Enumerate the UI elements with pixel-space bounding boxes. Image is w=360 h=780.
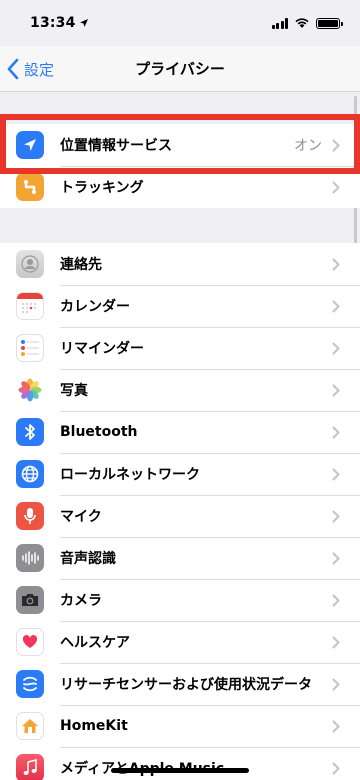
list-item-contacts[interactable]: 連絡先 <box>0 243 360 285</box>
status-time: 13:34 <box>30 15 76 31</box>
list-item-label: 位置情報サービス <box>60 138 172 154</box>
signal-icon <box>271 17 288 29</box>
list-item-label: 音声認識 <box>60 551 116 567</box>
list-item-health[interactable]: ヘルスケア <box>0 621 360 663</box>
calendar-icon <box>16 292 44 320</box>
contacts-icon <box>16 250 44 278</box>
chevron-left-icon <box>7 58 19 80</box>
list-item-label: 連絡先 <box>60 257 102 273</box>
list-item-speech-recognition[interactable]: 音声認識 <box>0 537 360 579</box>
chevron-right-icon <box>332 139 340 151</box>
chevron-right-icon <box>332 181 340 193</box>
back-button[interactable]: 設定 <box>6 46 54 92</box>
list-item-reminders[interactable]: リマインダー <box>0 327 360 369</box>
chevron-right-icon <box>332 762 340 774</box>
chevron-right-icon <box>332 552 340 564</box>
list-item-label: ヘルスケア <box>60 635 130 651</box>
list-item-label: リマインダー <box>60 341 144 357</box>
list-item-research-sensor[interactable]: リサーチセンサーおよび使用状況データ <box>0 663 360 705</box>
list-item-homekit[interactable]: HomeKit <box>0 705 360 747</box>
page-title: プライバシー <box>135 60 225 78</box>
status-bar: 13:34 <box>0 0 360 46</box>
battery-icon <box>316 17 343 29</box>
camera-icon <box>16 586 44 614</box>
list-item-label: トラッキング <box>60 180 144 196</box>
chevron-right-icon <box>332 720 340 732</box>
list-item-label: カレンダー <box>60 299 130 315</box>
music-icon <box>16 754 44 780</box>
chevron-right-icon <box>332 510 340 522</box>
list-item-camera[interactable]: カメラ <box>0 579 360 621</box>
chevron-right-icon <box>332 258 340 270</box>
navigation-bar: 設定 プライバシー <box>0 46 360 92</box>
back-label: 設定 <box>24 60 55 79</box>
status-time-group: 13:34 <box>30 15 89 31</box>
home-indicator[interactable] <box>111 768 249 773</box>
network-icon <box>16 460 44 488</box>
list-item-photos[interactable]: 写真 <box>0 369 360 411</box>
chevron-right-icon <box>332 636 340 648</box>
reminders-icon <box>16 334 44 362</box>
location-arrow-icon <box>16 131 44 159</box>
section-location-tracking: 位置情報サービス オン トラッキング <box>0 124 360 208</box>
list-item-label: カメラ <box>60 593 102 609</box>
list-item-label: 写真 <box>60 383 88 399</box>
list-item-tracking[interactable]: トラッキング <box>0 166 360 208</box>
chevron-right-icon <box>332 426 340 438</box>
chevron-right-icon <box>332 300 340 312</box>
section-app-permissions: 連絡先 カレンダー リマインダー 写真 Bluetooth ローカルネットワーク… <box>0 243 360 780</box>
list-item-location-services[interactable]: 位置情報サービス オン <box>0 124 360 166</box>
tracking-icon <box>16 173 44 201</box>
location-status-value: オン <box>294 138 322 154</box>
list-item-media-music[interactable]: メディアとApple Music <box>0 747 360 780</box>
chevron-right-icon <box>332 384 340 396</box>
list-item-microphone[interactable]: マイク <box>0 495 360 537</box>
status-indicators <box>271 17 343 29</box>
wifi-icon <box>295 18 309 28</box>
list-item-label: リサーチセンサーおよび使用状況データ <box>60 677 312 693</box>
chevron-right-icon <box>332 342 340 354</box>
heart-icon <box>16 628 44 656</box>
list-item-calendar[interactable]: カレンダー <box>0 285 360 327</box>
bluetooth-icon <box>16 418 44 446</box>
list-item-label: マイク <box>60 509 102 525</box>
photos-icon <box>16 376 44 404</box>
research-icon <box>16 670 44 698</box>
microphone-icon <box>16 502 44 530</box>
list-item-bluetooth[interactable]: Bluetooth <box>0 411 360 453</box>
chevron-right-icon <box>332 678 340 690</box>
chevron-right-icon <box>332 468 340 480</box>
chevron-right-icon <box>332 594 340 606</box>
location-arrow-icon <box>79 19 88 27</box>
list-item-label: Bluetooth <box>60 424 138 440</box>
waveform-icon <box>16 544 44 572</box>
list-item-local-network[interactable]: ローカルネットワーク <box>0 453 360 495</box>
home-icon <box>16 712 44 740</box>
list-item-label: ローカルネットワーク <box>60 467 200 483</box>
list-item-label: HomeKit <box>60 718 128 734</box>
